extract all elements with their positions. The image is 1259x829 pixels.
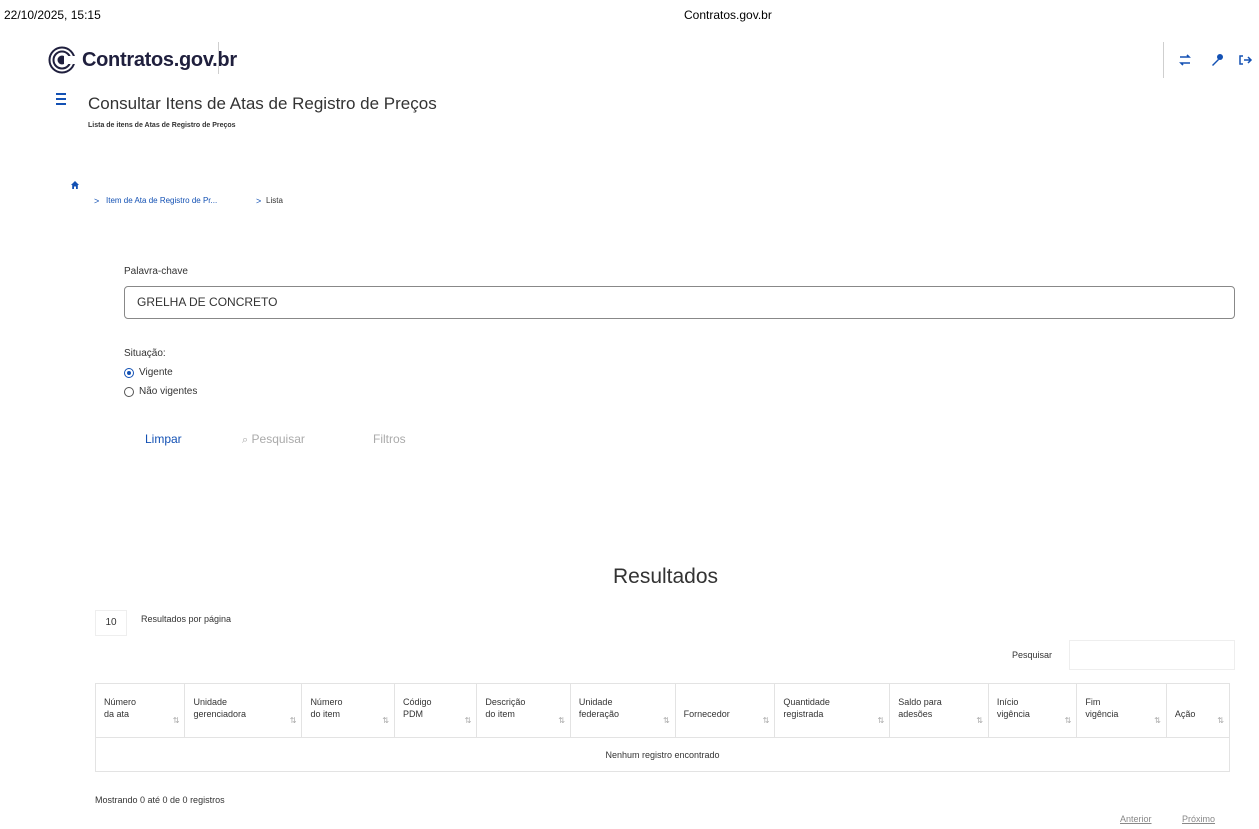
column-header[interactable]: Número da ata ⇅ <box>94 683 186 738</box>
radio-button[interactable] <box>124 386 134 397</box>
page-subtitle: Lista de itens de Atas de Registro de Pr… <box>88 122 236 129</box>
radio-nao-vigentes[interactable]: Não vigentes <box>124 386 197 397</box>
radio-label: Vigente <box>139 367 173 378</box>
logo[interactable]: Contratos.gov.br <box>48 46 237 74</box>
print-header: 22/10/2025, 15:15 Contratos.gov.br <box>0 8 1259 24</box>
column-header[interactable]: Descrição do item ⇅ <box>476 683 571 738</box>
search-button-label: Pesquisar <box>251 432 305 446</box>
sort-icon: ⇅ <box>762 716 770 725</box>
empty-message: Nenhum registro encontrado <box>95 737 1230 772</box>
table-info: Mostrando 0 até 0 de 0 registros <box>95 795 225 805</box>
radio-label: Não vigentes <box>139 386 198 397</box>
clear-button[interactable]: Limpar <box>145 432 182 446</box>
situation-label: Situação: <box>124 348 166 359</box>
table-search-input[interactable] <box>1069 640 1235 670</box>
chevron-right-icon: > <box>94 196 100 206</box>
sort-icon: ⇅ <box>558 716 565 725</box>
divider <box>218 42 219 74</box>
key-icon[interactable] <box>1209 52 1225 68</box>
sort-icon: ⇅ <box>382 716 389 725</box>
keyword-label: Palavra-chave <box>124 266 188 277</box>
column-header[interactable]: Número do item ⇅ <box>301 683 395 738</box>
previous-button[interactable]: Anterior <box>1120 814 1152 824</box>
print-title: Contratos.gov.br <box>684 8 772 22</box>
column-header[interactable]: Saldo para adesões ⇅ <box>889 683 989 738</box>
per-page-select[interactable]: 10 <box>95 610 127 636</box>
radio-vigente[interactable]: Vigente <box>124 367 173 378</box>
column-header[interactable]: Unidade gerenciadora ⇅ <box>184 683 303 738</box>
results-table: Número da ata ⇅ Unidade gerenciadora ⇅ Númer… <box>94 683 1231 772</box>
sort-icon: ⇅ <box>662 716 670 725</box>
divider <box>1163 42 1164 78</box>
page-title: Consultar Itens de Atas de Registro de P… <box>88 94 437 113</box>
search-icon: ⌕ <box>242 434 249 446</box>
home-icon[interactable] <box>70 180 80 190</box>
keyword-input[interactable]: GRELHA DE CONCRETO <box>124 286 1235 319</box>
results-title: Resultados <box>612 565 719 588</box>
breadcrumb-link[interactable]: Item de Ata de Registro de Pr... <box>106 196 217 205</box>
logout-icon[interactable] <box>1237 52 1253 68</box>
next-button[interactable]: Próximo <box>1182 814 1215 824</box>
filters-button[interactable]: Filtros <box>373 432 406 446</box>
sort-icon: ⇅ <box>1064 716 1072 725</box>
switch-icon[interactable] <box>1177 52 1193 68</box>
logo-text: Contratos.gov.br <box>82 48 237 71</box>
search-button[interactable]: ⌕ Pesquisar <box>242 432 305 447</box>
per-page-label: Resultados por página <box>141 614 232 624</box>
sort-icon: ⇅ <box>877 716 885 725</box>
column-header[interactable]: Fim vigência ⇅ <box>1076 683 1167 738</box>
sort-icon: ⇅ <box>172 716 180 725</box>
column-header[interactable]: Início vigência ⇅ <box>987 683 1078 738</box>
sort-icon: ⇅ <box>289 716 297 725</box>
table-search-label: Pesquisar <box>1012 650 1053 660</box>
menu-icon[interactable] <box>56 93 70 107</box>
table-header-row: Número da ata ⇅ Unidade gerenciadora ⇅ Númer… <box>94 683 1231 738</box>
top-bar: Contratos.gov.br <box>0 40 1259 80</box>
table-row: Nenhum registro encontrado <box>95 737 1230 772</box>
print-date: 22/10/2025, 15:15 <box>4 8 101 22</box>
sort-icon: ⇅ <box>976 716 983 725</box>
column-header[interactable]: Ação ⇅ <box>1165 683 1231 738</box>
logo-icon <box>48 46 76 74</box>
breadcrumb-current: Lista <box>266 196 283 205</box>
column-header[interactable]: Unidade federação ⇅ <box>569 683 676 738</box>
radio-button-checked[interactable] <box>124 367 134 378</box>
column-header[interactable]: Quantidade registrada ⇅ <box>774 683 891 738</box>
column-header[interactable]: Fornecedor ⇅ <box>674 683 776 738</box>
sort-icon: ⇅ <box>1217 716 1224 725</box>
sort-icon: ⇅ <box>464 716 472 725</box>
chevron-right-icon: > <box>256 196 262 206</box>
column-header[interactable]: Código PDM ⇅ <box>393 683 478 738</box>
sort-icon: ⇅ <box>1154 716 1161 725</box>
